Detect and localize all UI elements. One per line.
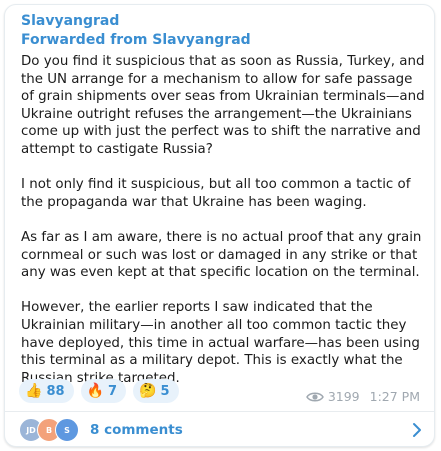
message-meta: 3199 1:27 PM [305, 389, 420, 404]
message-paragraph: As far as I am aware, there is no actual… [21, 229, 422, 281]
reaction-fire[interactable]: 🔥 7 [80, 379, 127, 403]
thumbs-up-icon: 👍 [25, 383, 43, 399]
forwarded-from[interactable]: Forwarded from Slavyangrad [21, 32, 251, 48]
fire-icon: 🔥 [86, 383, 104, 399]
reactions-bar: 👍 88 🔥 7 🤔 5 [19, 379, 179, 403]
channel-name[interactable]: Slavyangrad [21, 13, 119, 29]
timestamp: 1:27 PM [369, 389, 420, 404]
commenter-avatars: JD B S [19, 418, 79, 442]
message-paragraph: However, the earlier reports I saw indic… [21, 300, 420, 385]
chevron-right-icon [413, 423, 421, 437]
message-bubble: Slavyangrad Forwarded from Slavyangrad D… [4, 4, 435, 447]
avatar: S [55, 418, 79, 442]
reaction-count: 88 [46, 383, 65, 399]
reaction-thinking[interactable]: 🤔 5 [133, 379, 179, 403]
message-paragraph: I not only find it suspicious, but all t… [21, 177, 411, 210]
comments-button[interactable]: JD B S 8 comments [5, 412, 434, 448]
reaction-count: 7 [107, 383, 118, 399]
comments-label: 8 comments [90, 422, 183, 438]
message-text: Do you find it suspicious that as soon a… [21, 53, 429, 405]
thinking-face-icon: 🤔 [139, 383, 157, 399]
eye-icon [305, 392, 324, 401]
view-count: 3199 [327, 389, 360, 404]
reaction-count: 5 [160, 383, 170, 399]
message-paragraph: Do you find it suspicious that as soon a… [21, 54, 425, 157]
reaction-thumbs-up[interactable]: 👍 88 [19, 379, 74, 403]
